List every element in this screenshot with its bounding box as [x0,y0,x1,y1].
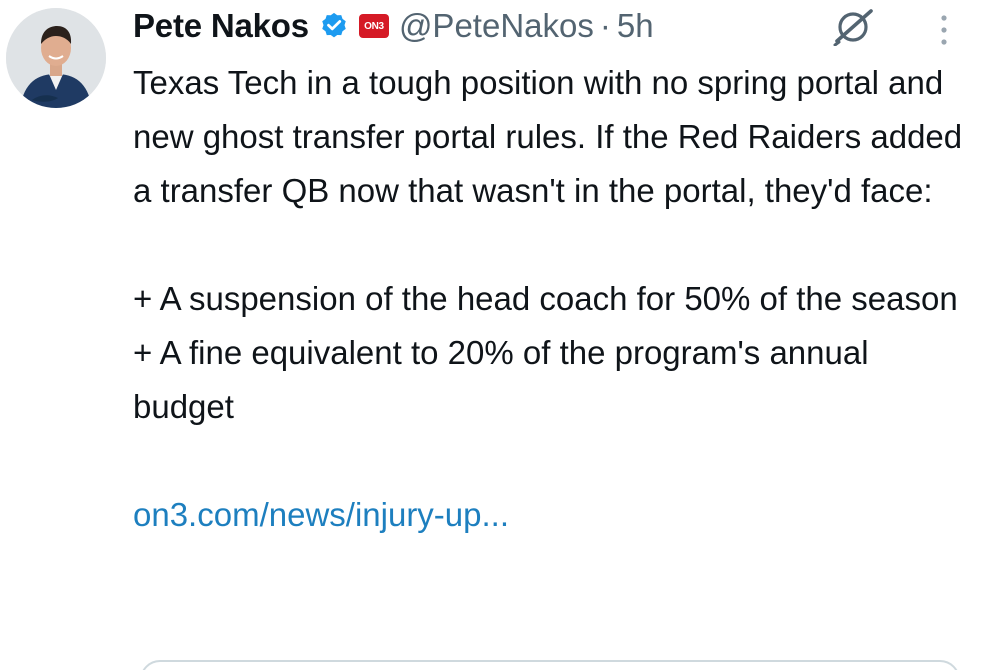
tweet-text: Texas Tech in a tough position with no s… [133,56,973,542]
tweet-paragraph: Texas Tech in a tough position with no s… [133,64,972,209]
display-name[interactable]: Pete Nakos [133,7,309,45]
user-handle[interactable]: @PeteNakos [399,7,594,45]
more-vertical-icon[interactable] [934,12,954,52]
tweet-bullet: + A fine equivalent to 20% of the progra… [133,334,878,425]
separator-dot: · [599,7,611,44]
tweet-bullet: + A suspension of the head coach for 50%… [133,280,958,317]
verified-badge-icon[interactable] [319,11,349,41]
avatar[interactable] [6,8,106,108]
grok-icon[interactable] [832,6,876,47]
link-preview-card[interactable] [140,660,960,670]
on3-affiliate-icon[interactable]: ON3 [358,14,389,38]
avatar-photo-icon [6,8,106,108]
tweet-header: Pete Nakos ON3 @PeteNakos · 5h [133,2,654,50]
timestamp[interactable]: 5h [617,7,654,45]
tweet-container[interactable]: Pete Nakos ON3 @PeteNakos · 5h Texas Tec… [0,0,1000,670]
article-link[interactable]: on3.com/news/injury-up... [133,496,509,533]
